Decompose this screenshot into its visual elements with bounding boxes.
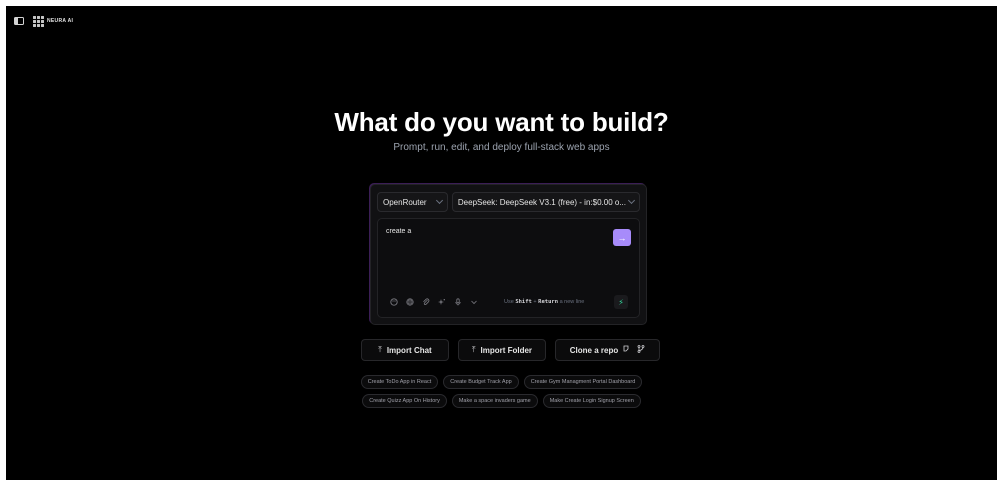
import-chat-button[interactable]: ⤒ Import Chat [361, 339, 449, 361]
app-window: NEURA AI What do you want to build? Prom… [6, 6, 997, 480]
logo[interactable]: NEURA AI [33, 15, 74, 27]
provider-select[interactable]: OpenRouter [377, 192, 448, 212]
page-subtitle: Prompt, run, edit, and deploy full-stack… [393, 142, 610, 153]
sparkles-icon[interactable] [438, 298, 446, 306]
prompt-input[interactable]: create a → Use Shift + Return a new line… [377, 218, 640, 318]
chevron-down-icon[interactable] [470, 298, 478, 306]
prompt-input-text: create a [386, 228, 412, 235]
example-row-2: Create Quizz App On History Make a space… [362, 394, 641, 408]
hint-key-shift: Shift [515, 299, 532, 305]
fingerprint-icon[interactable] [406, 298, 414, 306]
sidebar-toggle-icon[interactable] [14, 17, 24, 25]
page-title: What do you want to build? [334, 107, 669, 137]
import-folder-button[interactable]: ⤒ Import Folder [458, 339, 546, 361]
model-select-value: DeepSeek: DeepSeek V3.1 (free) - in:$0.0… [457, 197, 626, 207]
logo-text: NEURA AI [47, 18, 74, 24]
example-chip[interactable]: Create Budget Track App [443, 375, 519, 389]
prompt-toolbar [390, 298, 478, 306]
paperclip-icon[interactable] [422, 298, 430, 306]
palette-icon[interactable] [390, 298, 398, 306]
git-branch-icon [637, 345, 645, 355]
example-row-1: Create ToDo App in React Create Budget T… [360, 375, 643, 389]
microphone-icon[interactable] [454, 298, 462, 306]
example-prompts: Create ToDo App in React Create Budget T… [6, 375, 997, 408]
hint-plus: + [533, 299, 537, 305]
hint-use: Use [504, 299, 514, 305]
hero: What do you want to build? Prompt, run, … [6, 107, 997, 153]
upload-icon: ⤒ [471, 345, 476, 354]
model-selectors: OpenRouter DeepSeek: DeepSeek V3.1 (free… [377, 192, 640, 212]
provider-select-value: OpenRouter [383, 197, 427, 207]
arrow-right-icon: → [617, 232, 627, 243]
import-folder-label: Import Folder [480, 345, 533, 355]
import-chat-label: Import Chat [386, 345, 432, 355]
hint-suffix: a new line [559, 299, 585, 305]
enhance-prompt-button[interactable]: ⚡ [614, 295, 628, 309]
logo-grid-icon [33, 15, 44, 27]
prompt-card: OpenRouter DeepSeek: DeepSeek V3.1 (free… [370, 184, 647, 325]
top-bar: NEURA AI [14, 14, 73, 28]
hint-key-return: Return [538, 299, 559, 305]
lightning-icon: ⚡ [618, 297, 624, 307]
newline-hint: Use Shift + Return a new line [504, 299, 584, 305]
example-chip[interactable]: Make Create Login Signup Screen [542, 394, 641, 408]
example-chip[interactable]: Make a space invaders game [451, 394, 538, 408]
clone-repo-label: Clone a repo [569, 345, 619, 355]
example-chip[interactable]: Create ToDo App in React [360, 375, 439, 389]
model-select[interactable]: DeepSeek: DeepSeek V3.1 (free) - in:$0.0… [451, 192, 640, 212]
chevron-down-icon [627, 196, 636, 205]
example-chip[interactable]: Create Gym Managment Portal Dashboard [523, 375, 643, 389]
import-actions: ⤒ Import Chat ⤒ Import Folder Clone a re… [361, 339, 660, 361]
chevron-down-icon [435, 196, 443, 205]
example-chip[interactable]: Create Quizz App On History [362, 394, 447, 408]
send-button[interactable]: → [613, 229, 631, 246]
git-icon [623, 345, 632, 355]
upload-icon: ⤒ [378, 345, 382, 354]
clone-repo-button[interactable]: Clone a repo [555, 339, 660, 361]
